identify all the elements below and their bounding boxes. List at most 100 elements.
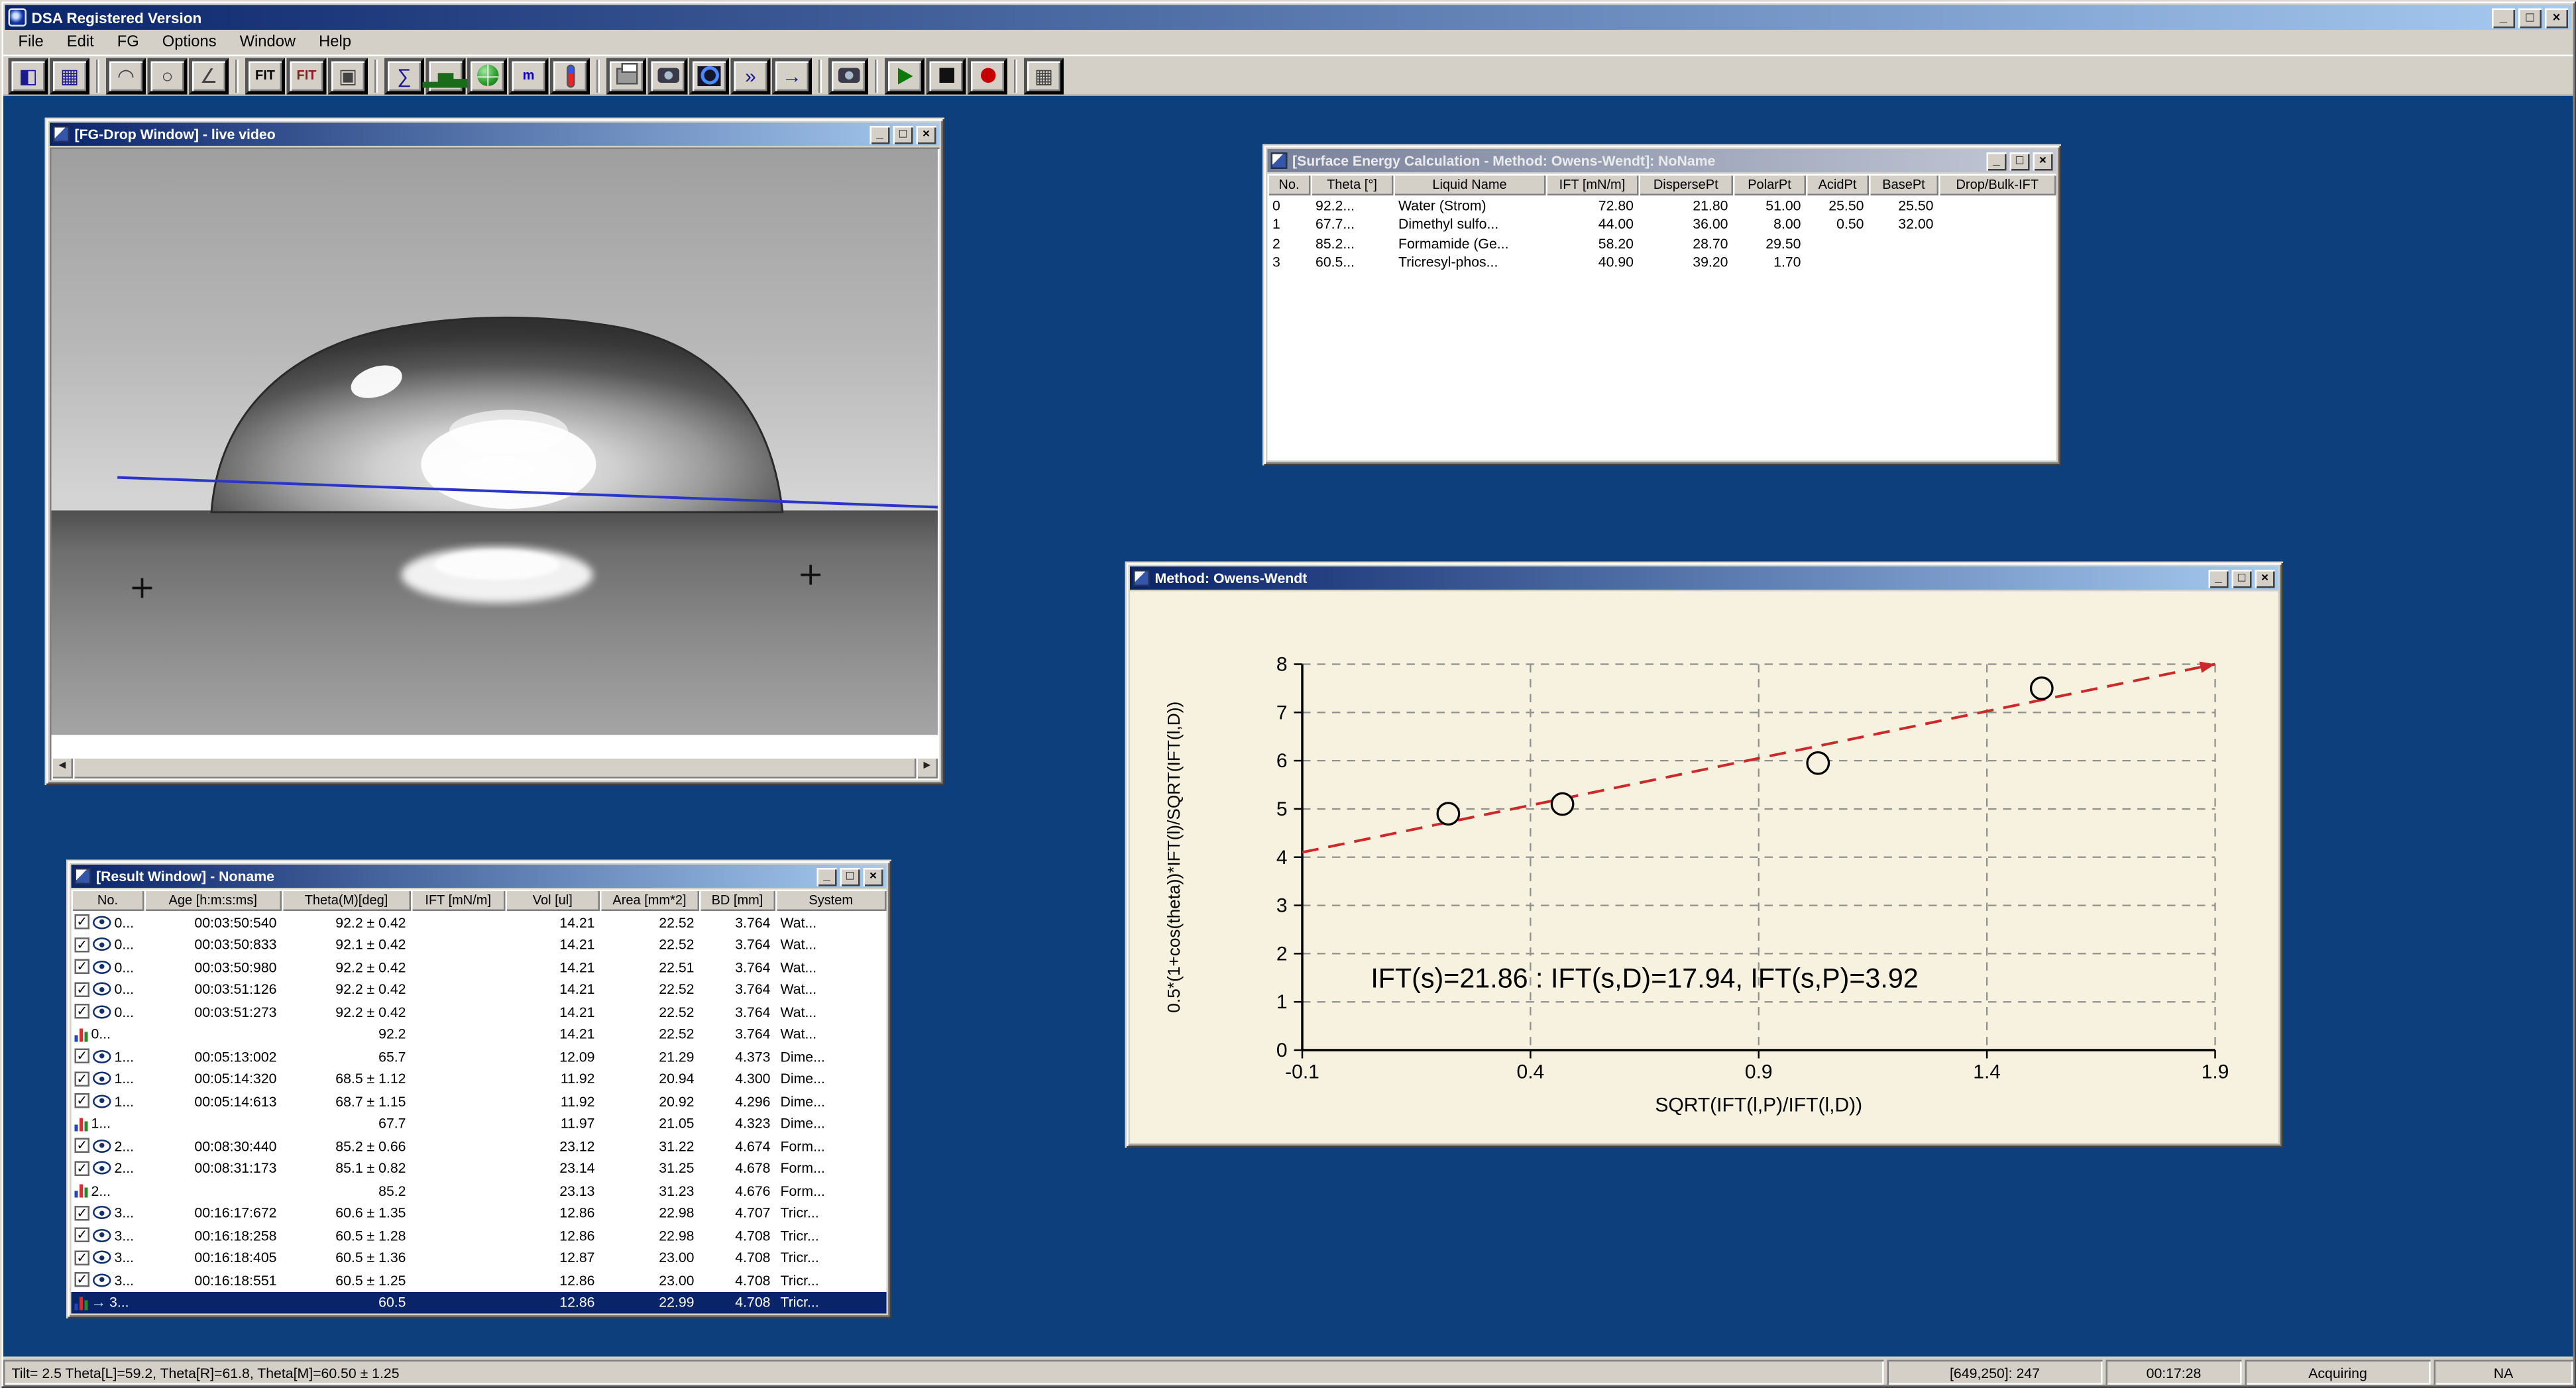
row-checkbox[interactable]: ✓ (75, 1161, 90, 1176)
result-column-header[interactable]: No. (72, 890, 144, 912)
result-row[interactable]: 2...85.223.1331.234.676Form... (72, 1179, 887, 1202)
close-button[interactable]: × (864, 867, 883, 886)
minimize-button[interactable]: _ (870, 125, 890, 144)
drop-video-canvas[interactable] (52, 149, 938, 735)
row-checkbox[interactable]: ✓ (75, 982, 90, 997)
menu-item-window[interactable]: Window (228, 32, 307, 54)
scrollbar-track[interactable] (73, 757, 917, 779)
menu-item-fg[interactable]: FG (105, 32, 150, 54)
surface-energy-row[interactable]: 360.5...Tricresyl-phos...40.9039.201.70 (1268, 252, 2056, 272)
result-row[interactable]: 1...67.711.9721.054.323Dime... (72, 1112, 887, 1135)
result-row[interactable]: 0...92.214.2122.523.764Wat... (72, 1023, 887, 1045)
result-row[interactable]: ✓0...00:03:51:27392.2 ± 0.4214.2122.523.… (72, 1000, 887, 1023)
fg-drop-window-button[interactable]: ◧ (9, 57, 48, 93)
surface-energy-row[interactable]: 167.7...Dimethyl sulfo...44.0036.008.000… (1268, 215, 2056, 234)
close-button[interactable]: × (2255, 569, 2275, 588)
minimize-button[interactable]: _ (2209, 569, 2229, 588)
save-snapshot-button[interactable] (648, 57, 688, 93)
maximize-button[interactable]: □ (840, 867, 860, 886)
print-button[interactable] (606, 57, 646, 93)
profile-extraction-button[interactable]: ◠ (106, 57, 146, 93)
menu-item-file[interactable]: File (7, 32, 55, 54)
result-column-header[interactable]: Theta(M)[deg] (282, 890, 411, 912)
magnification-button[interactable]: m (509, 57, 549, 93)
menu-item-help[interactable]: Help (308, 32, 363, 54)
result-row[interactable]: ✓1...00:05:14:61368.7 ± 1.1511.9220.924.… (72, 1090, 887, 1112)
surface-energy-column-header[interactable]: Theta [°] (1311, 174, 1394, 196)
circle-fit-button[interactable]: ○ (148, 57, 188, 93)
result-row[interactable]: ✓3...00:16:18:55160.5 ± 1.2512.8623.004.… (72, 1269, 887, 1291)
row-checkbox[interactable]: ✓ (75, 1138, 90, 1153)
result-row[interactable]: ✓3...00:16:17:67260.6 ± 1.3512.8622.984.… (72, 1202, 887, 1224)
scrollbar-thumb[interactable] (73, 757, 917, 779)
globe-button[interactable] (467, 57, 507, 93)
maximize-button[interactable]: □ (2232, 569, 2252, 588)
result-row[interactable]: ✓1...00:05:14:32068.5 ± 1.1211.9220.944.… (72, 1067, 887, 1090)
result-row[interactable]: ✓3...00:16:18:25860.5 ± 1.2812.8622.984.… (72, 1224, 887, 1247)
result-row[interactable]: ✓2...00:08:30:44085.2 ± 0.6623.1231.224.… (72, 1135, 887, 1157)
result-column-header[interactable]: System (775, 890, 887, 912)
minimize-button[interactable]: _ (1987, 152, 2007, 170)
result-window-button[interactable]: ▦ (50, 57, 89, 93)
row-checkbox[interactable]: ✓ (75, 1273, 90, 1288)
close-button[interactable]: × (917, 125, 936, 144)
result-column-header[interactable]: Vol [ul] (506, 890, 600, 912)
image-tools-button[interactable]: ▣ (328, 57, 368, 93)
result-row[interactable]: ✓0...00:03:50:83392.1 ± 0.4214.2122.523.… (72, 934, 887, 956)
row-checkbox[interactable]: ✓ (75, 937, 90, 952)
auto-fit-button[interactable]: FIT (287, 57, 327, 93)
surface-energy-column-header[interactable]: BasePt (1869, 174, 1938, 196)
result-titlebar[interactable]: [Result Window] - Noname _ □ × (72, 865, 887, 888)
plot-window-button[interactable]: ▂▅▃ (426, 57, 466, 93)
surface-energy-titlebar[interactable]: [Surface Energy Calculation - Method: Ow… (1268, 149, 2056, 172)
fg-drop-titlebar[interactable]: [FG-Drop Window] - live video _ □ × (50, 123, 940, 146)
surface-energy-column-header[interactable]: PolarPt (1733, 174, 1806, 196)
fit-button[interactable]: FIT (245, 57, 285, 93)
surface-energy-row[interactable]: 092.2...Water (Strom)72.8021.8051.0025.5… (1268, 195, 2056, 215)
result-column-header[interactable]: IFT [mN/m] (411, 890, 506, 912)
method-titlebar[interactable]: Method: Owens-Wendt _ □ × (1130, 566, 2278, 590)
surface-energy-column-header[interactable]: IFT [mN/m] (1546, 174, 1639, 196)
surface-energy-column-header[interactable]: Liquid Name (1394, 174, 1546, 196)
minimize-button[interactable]: _ (2492, 7, 2515, 27)
result-row[interactable]: →3...60.512.8622.994.708Tricr... (72, 1291, 887, 1314)
surface-energy-row[interactable]: 285.2...Formamide (Ge...58.2028.7029.50 (1268, 234, 2056, 253)
surface-energy-column-header[interactable]: DispersePt (1639, 174, 1734, 196)
result-row[interactable]: ✓3...00:16:18:40560.5 ± 1.3612.8723.004.… (72, 1246, 887, 1269)
result-column-header[interactable]: Age [h:m:s:ms] (144, 890, 282, 912)
row-checkbox[interactable]: ✓ (75, 1071, 90, 1087)
row-checkbox[interactable]: ✓ (75, 1250, 90, 1265)
row-checkbox[interactable]: ✓ (75, 1205, 90, 1220)
result-row[interactable]: ✓1...00:05:13:00265.712.0921.294.373Dime… (72, 1045, 887, 1068)
result-column-header[interactable]: BD [mm] (699, 890, 775, 912)
result-column-header[interactable]: Area [mm*2] (600, 890, 699, 912)
surface-energy-column-header[interactable]: No. (1268, 174, 1311, 196)
stop-button[interactable] (926, 57, 966, 93)
iris-button[interactable] (689, 57, 729, 93)
result-row[interactable]: ✓2...00:08:31:17385.1 ± 0.8223.1431.254.… (72, 1157, 887, 1179)
row-checkbox[interactable]: ✓ (75, 959, 90, 975)
surface-energy-button[interactable]: ∑ (384, 57, 424, 93)
row-checkbox[interactable]: ✓ (75, 1004, 90, 1020)
maximize-button[interactable]: □ (893, 125, 913, 144)
result-row[interactable]: ✓0...00:03:50:54092.2 ± 0.4214.2122.523.… (72, 911, 887, 934)
camera-button[interactable] (828, 57, 868, 93)
video-horizontal-scrollbar[interactable]: ◄ ► (52, 757, 938, 779)
result-row[interactable]: ✓0...00:03:51:12692.2 ± 0.4214.2122.523.… (72, 978, 887, 1000)
surface-energy-column-header[interactable]: AcidPt (1806, 174, 1869, 196)
play-button[interactable] (885, 57, 924, 93)
transfer-button[interactable]: → (772, 57, 812, 93)
surface-energy-column-header[interactable]: Drop/Bulk-IFT (1938, 174, 2056, 196)
menu-item-options[interactable]: Options (150, 32, 228, 54)
scroll-right-button[interactable]: ► (917, 757, 938, 779)
step-forward-button[interactable]: » (731, 57, 771, 93)
result-row[interactable]: ✓0...00:03:50:98092.2 ± 0.4214.2122.513.… (72, 956, 887, 979)
grid-button[interactable]: ▦ (1024, 57, 1064, 93)
main-titlebar[interactable]: DSA Registered Version _ □ × (5, 5, 2572, 30)
maximize-button[interactable]: □ (2010, 152, 2030, 170)
row-checkbox[interactable]: ✓ (75, 1049, 90, 1064)
menu-item-edit[interactable]: Edit (55, 32, 105, 54)
row-checkbox[interactable]: ✓ (75, 1228, 90, 1243)
tangent-fit-button[interactable]: ∠ (189, 57, 229, 93)
scroll-left-button[interactable]: ◄ (52, 757, 74, 779)
